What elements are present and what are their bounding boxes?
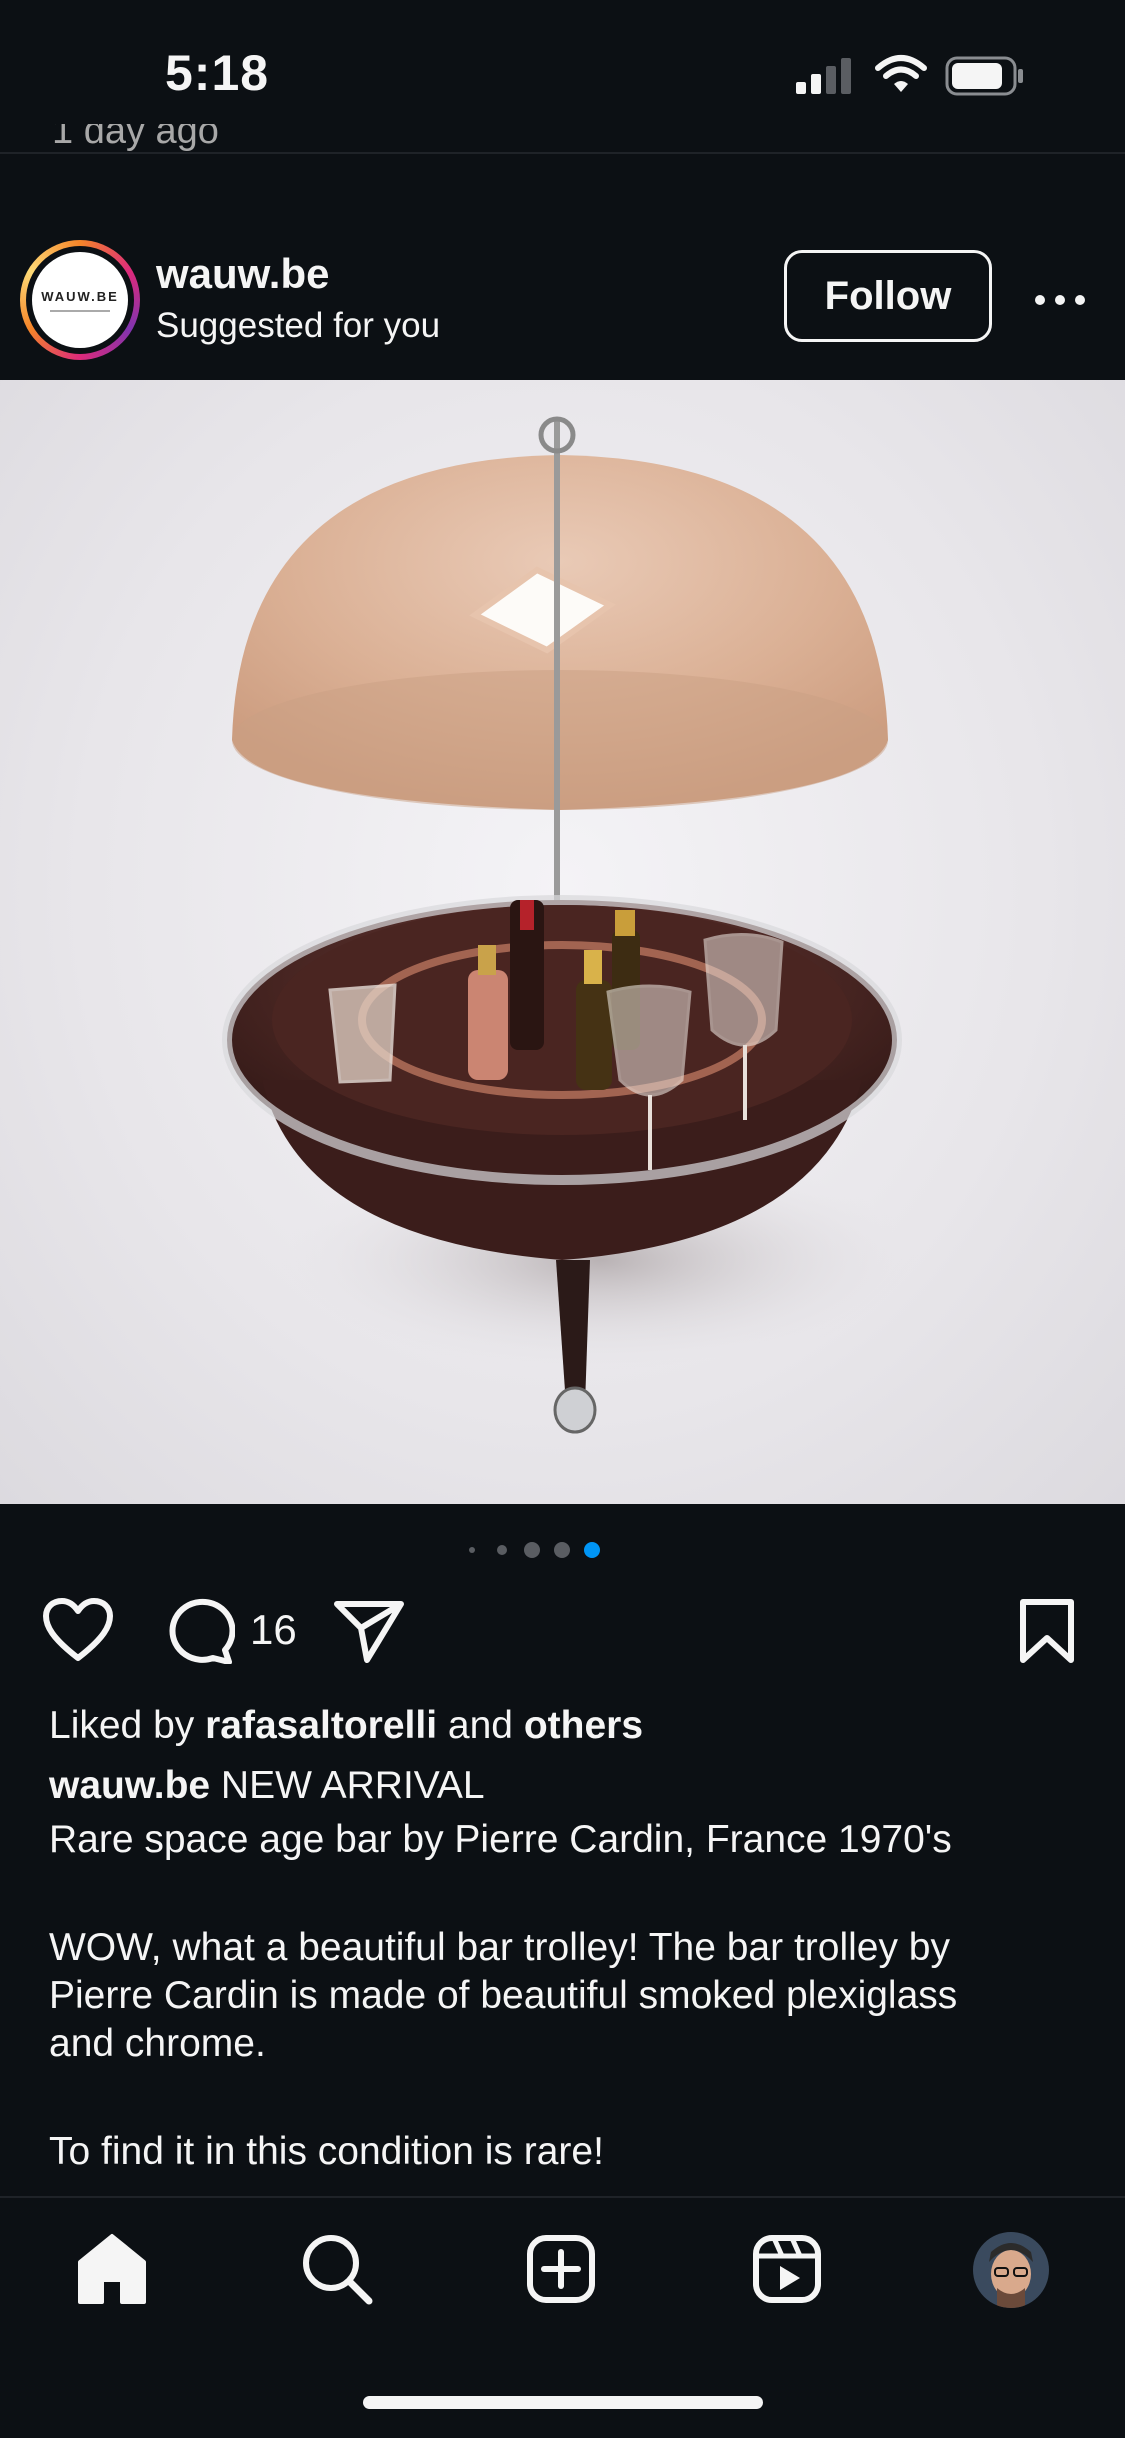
wifi-icon <box>875 55 927 92</box>
search-icon[interactable] <box>300 2232 374 2306</box>
post-image[interactable] <box>0 380 1125 1504</box>
bookmark-icon[interactable] <box>1018 1598 1076 1664</box>
home-indicator[interactable] <box>363 2396 763 2409</box>
battery-icon <box>945 56 1023 96</box>
carousel-dot-1 <box>469 1547 475 1553</box>
likes-middle: and <box>437 1704 524 1747</box>
post-username[interactable]: wauw.be <box>156 250 329 298</box>
status-time: 5:18 <box>165 45 270 101</box>
caption-username[interactable]: wauw.be <box>49 1764 210 1807</box>
suggested-label: Suggested for you <box>156 306 441 345</box>
bar-globe-illustration <box>222 416 920 1434</box>
caption-line-2: Rare space age bar by Pierre Cardin, Fra… <box>49 1818 952 1861</box>
likes-summary[interactable]: Liked by rafasaltorelli and others <box>49 1702 643 1750</box>
home-icon[interactable] <box>76 2232 148 2306</box>
carousel-dot-2 <box>497 1545 507 1555</box>
carousel-dot-4 <box>554 1542 570 1558</box>
comment-count[interactable]: 16 <box>250 1606 297 1654</box>
more-options-icon[interactable] <box>1030 280 1090 320</box>
avatar-logo-line <box>50 309 110 312</box>
profile-avatar[interactable] <box>973 2232 1049 2308</box>
comment-icon[interactable] <box>165 1598 235 1664</box>
caption-para1-line3: and chrome. <box>49 2022 266 2065</box>
avatar-logo-text: WAUW.BE <box>41 288 119 304</box>
likes-prefix: Liked by <box>49 1704 206 1747</box>
carousel-indicator <box>469 1542 600 1558</box>
avatar[interactable]: WAUW.BE <box>32 252 128 348</box>
plus-square-icon[interactable] <box>526 2234 596 2304</box>
send-icon[interactable] <box>333 1598 405 1664</box>
carousel-dot-3 <box>524 1542 540 1558</box>
cellular-signal-icon <box>796 58 851 94</box>
liked-by-user[interactable]: rafasaltorelli <box>205 1704 437 1747</box>
caption-para1-line1: WOW, what a beautiful bar trolley! The b… <box>49 1926 950 1969</box>
follow-button[interactable]: Follow <box>784 250 992 342</box>
previous-post-timestamp: 1 day ago <box>52 124 219 152</box>
caption-para1-line2: Pierre Cardin is made of beautiful smoke… <box>49 1974 958 2017</box>
caption-headline: NEW ARRIVAL <box>210 1764 485 1807</box>
caption-line-1: wauw.be NEW ARRIVAL <box>49 1762 485 1810</box>
profile-photo <box>973 2232 1049 2308</box>
caption-paragraph-2: To find it in this condition is rare! <box>49 2130 604 2173</box>
heart-icon[interactable] <box>42 1598 114 1662</box>
likes-others[interactable]: others <box>524 1704 643 1747</box>
reels-icon[interactable] <box>752 2234 822 2304</box>
caption-paragraph-1: WOW, what a beautiful bar trolley! The b… <box>49 1924 957 2068</box>
carousel-dot-5-active <box>584 1542 600 1558</box>
